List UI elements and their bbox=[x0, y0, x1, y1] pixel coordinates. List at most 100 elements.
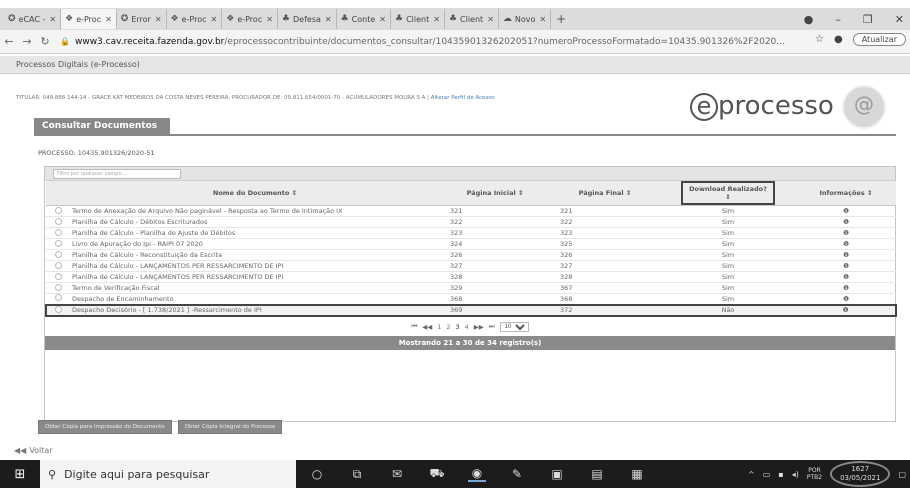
account-icon[interactable]: ● bbox=[834, 34, 843, 45]
tab-close-icon[interactable]: ✕ bbox=[211, 15, 218, 24]
table-row[interactable]: Despacho Decisório - [ 1.738/2021 ] -Res… bbox=[45, 303, 897, 317]
tab-close-icon[interactable]: ✕ bbox=[487, 15, 494, 24]
browser-tab[interactable]: ♣ Client ✕ bbox=[445, 9, 499, 29]
back-link[interactable]: ◀◀ Voltar bbox=[14, 446, 53, 455]
table-row[interactable]: Planilha de Cálculo - Planilha de Ajuste… bbox=[46, 227, 896, 239]
windows-start-icon[interactable]: ⊞ bbox=[0, 467, 40, 482]
document-name-cell[interactable]: Planilha de Cálculo - LANÇAMENTOS PER RE… bbox=[70, 271, 440, 283]
info-icon[interactable]: ❶ bbox=[796, 205, 896, 217]
page-number-link[interactable]: 2 bbox=[446, 323, 450, 331]
last-page-icon[interactable]: ⏭ bbox=[489, 322, 495, 331]
browser-tab[interactable]: ♣ Defesa ✕ bbox=[278, 9, 337, 29]
prev-page-icon[interactable]: ◀◀ bbox=[422, 323, 432, 331]
chrome-icon[interactable]: ◉ bbox=[468, 466, 486, 482]
language-indicator[interactable]: POR PTB2 bbox=[807, 467, 822, 481]
page-number-link[interactable]: 3 bbox=[456, 323, 460, 331]
document-name-cell[interactable]: Despacho Decisório - [ 1.738/2021 ] -Res… bbox=[70, 303, 440, 317]
tab-close-icon[interactable]: ✕ bbox=[325, 15, 332, 24]
mail-icon[interactable]: ✉ bbox=[388, 467, 406, 481]
taskbar-clock[interactable]: 1627 03/05/2021 bbox=[830, 461, 891, 487]
document-name-cell[interactable]: Planilha de Cálculo - LANÇAMENTOS PER RE… bbox=[70, 260, 440, 272]
close-window-icon[interactable]: ✕ bbox=[895, 13, 904, 26]
tab-close-icon[interactable]: ✕ bbox=[379, 15, 386, 24]
tab-close-icon[interactable]: ✕ bbox=[49, 15, 56, 24]
browser-tab[interactable]: ♣ Client ✕ bbox=[391, 9, 445, 29]
tray-chevron-icon[interactable]: ^ bbox=[748, 470, 755, 479]
info-icon[interactable]: ❶ bbox=[796, 238, 896, 250]
info-icon[interactable]: ❶ bbox=[796, 249, 896, 261]
header-document-name[interactable]: Nome do Documento ⇕ bbox=[70, 181, 440, 206]
url-field[interactable]: 🔒 www3.cav.receita.fazenda.gov.br /eproc… bbox=[60, 37, 800, 47]
document-name-cell[interactable]: Planilha de Cálculo - Débitos Escriturad… bbox=[70, 216, 440, 228]
header-info[interactable]: Informações ⇕ bbox=[796, 181, 896, 206]
profile-icon[interactable]: ● bbox=[804, 13, 814, 26]
info-icon[interactable]: ❶ bbox=[796, 282, 896, 294]
tray-app-icon[interactable]: ▪ bbox=[778, 470, 783, 479]
row-select-radio[interactable] bbox=[54, 217, 62, 225]
document-name-cell[interactable]: Despacho de Encaminhamento bbox=[70, 293, 440, 305]
tab-consultar-documentos[interactable]: Consultar Documentos bbox=[34, 118, 170, 135]
table-row[interactable]: Termo de Anexação de Arquivo Não pagináv… bbox=[46, 205, 896, 217]
forward-icon[interactable]: → bbox=[18, 35, 36, 48]
next-page-icon[interactable]: ▶▶ bbox=[474, 323, 484, 331]
document-name-cell[interactable]: Planilha de Cálculo - Planilha de Ajuste… bbox=[70, 227, 440, 239]
header-download[interactable]: Download Realizado? ⇕ bbox=[660, 181, 796, 206]
browser-tab[interactable]: ☁ Novo ✕ bbox=[499, 9, 552, 29]
info-icon[interactable]: ❶ bbox=[796, 303, 897, 317]
tab-close-icon[interactable]: ✕ bbox=[433, 15, 440, 24]
info-icon[interactable]: ❶ bbox=[796, 260, 896, 272]
store-icon[interactable]: ⛟ bbox=[428, 466, 446, 482]
row-select-radio[interactable] bbox=[54, 250, 62, 258]
table-row[interactable]: Termo de Verificação Fiscal 329 367 Sim ❶ bbox=[46, 282, 896, 294]
browser-tab[interactable]: ✪ eCAC - ✕ bbox=[4, 9, 62, 29]
tray-network-icon[interactable]: ▭ bbox=[763, 470, 771, 479]
table-row[interactable]: Planilha de Cálculo - Reconstituição da … bbox=[46, 249, 896, 261]
window-app-icon[interactable]: ▤ bbox=[588, 467, 606, 481]
task-view-icon[interactable]: ⧉ bbox=[348, 467, 366, 482]
rows-per-page-select[interactable]: 10 bbox=[499, 321, 529, 332]
row-select-radio[interactable] bbox=[54, 261, 62, 269]
bookmark-star-icon[interactable]: ☆ bbox=[815, 34, 824, 45]
row-select-radio[interactable] bbox=[54, 294, 62, 302]
browser-tab[interactable]: ❖ e-Proc ✕ bbox=[222, 9, 278, 29]
notifications-icon[interactable]: ▢ bbox=[898, 470, 906, 479]
new-tab-button[interactable]: + bbox=[551, 12, 571, 26]
document-name-cell[interactable]: Livro de Apuração do Ipi - RAIPI 07 2020 bbox=[70, 238, 440, 250]
row-select-radio[interactable] bbox=[54, 239, 62, 247]
table-row[interactable]: Planilha de Cálculo - Débitos Escriturad… bbox=[46, 216, 896, 228]
row-select-radio[interactable] bbox=[55, 306, 62, 313]
document-name-cell[interactable]: Termo de Verificação Fiscal bbox=[70, 282, 440, 294]
browser-tab[interactable]: ❖ e-Proc ✕ bbox=[61, 9, 117, 29]
table-row[interactable]: Planilha de Cálculo - LANÇAMENTOS PER RE… bbox=[46, 260, 896, 272]
taskbar-search[interactable]: ⚲ Digite aqui para pesquisar bbox=[40, 460, 296, 488]
info-icon[interactable]: ❶ bbox=[796, 227, 896, 239]
row-select-radio[interactable] bbox=[54, 206, 62, 214]
print-copy-button[interactable]: Obter Cópia para Impressão do Documento bbox=[38, 420, 172, 434]
reload-icon[interactable]: ↻ bbox=[36, 35, 54, 48]
table-row[interactable]: Despacho de Encaminhamento 368 368 Sim ❶ bbox=[46, 293, 896, 305]
minimize-icon[interactable]: – bbox=[835, 13, 841, 26]
row-select-radio[interactable] bbox=[54, 272, 62, 280]
tab-close-icon[interactable]: ✕ bbox=[155, 15, 162, 24]
update-browser-button[interactable]: Atualizar bbox=[852, 33, 906, 46]
tab-close-icon[interactable]: ✕ bbox=[266, 15, 273, 24]
header-start-page[interactable]: Página Inicial ⇕ bbox=[440, 181, 550, 206]
page-number-link[interactable]: 4 bbox=[465, 323, 469, 331]
change-profile-link[interactable]: Alterar Perfil de Acesso bbox=[431, 95, 495, 101]
tab-close-icon[interactable]: ✕ bbox=[105, 15, 112, 24]
document-name-cell[interactable]: Termo de Anexação de Arquivo Não pagináv… bbox=[70, 205, 440, 217]
info-icon[interactable]: ❶ bbox=[796, 216, 896, 228]
row-select-radio[interactable] bbox=[54, 283, 62, 291]
info-icon[interactable]: ❶ bbox=[796, 271, 896, 283]
document-name-cell[interactable]: Planilha de Cálculo - Reconstituição da … bbox=[70, 249, 440, 261]
restore-icon[interactable]: ❐ bbox=[863, 13, 873, 26]
tab-close-icon[interactable]: ✕ bbox=[539, 15, 546, 24]
browser-tab[interactable]: ✪ Error ✕ bbox=[117, 9, 167, 29]
browser-tab[interactable]: ❖ e-Proc ✕ bbox=[167, 9, 223, 29]
teams-icon[interactable]: ▣ bbox=[548, 467, 566, 481]
cortana-icon[interactable]: ○ bbox=[308, 467, 326, 481]
app-icon[interactable]: ✎ bbox=[508, 467, 526, 481]
header-end-page[interactable]: Página Final ⇕ bbox=[550, 181, 660, 206]
table-row[interactable]: Livro de Apuração do Ipi - RAIPI 07 2020… bbox=[46, 238, 896, 250]
row-select-radio[interactable] bbox=[54, 228, 62, 236]
